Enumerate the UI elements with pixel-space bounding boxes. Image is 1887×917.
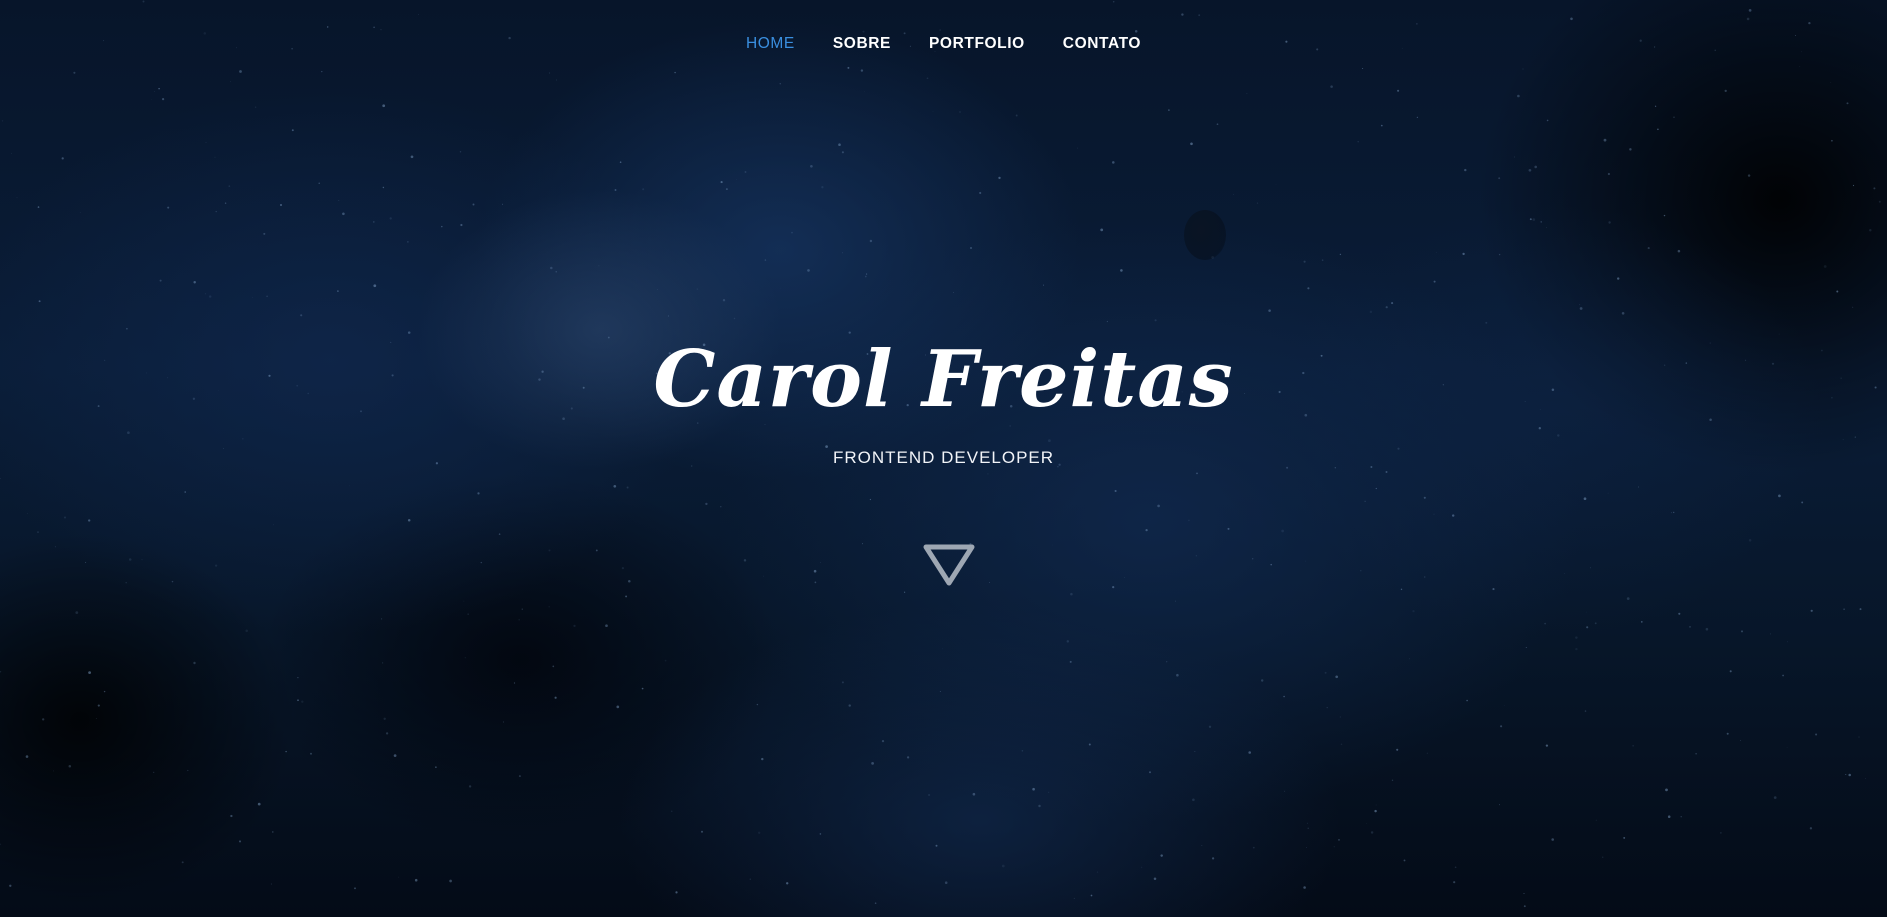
nav-portfolio-link[interactable]: PORTFOLIO xyxy=(910,32,1044,56)
hero-section: HOME SOBRE PORTFOLIO CONTATO Carol Freit… xyxy=(0,0,1887,917)
hero-subtitle: FRONTEND DEVELOPER xyxy=(832,448,1055,467)
hero-title: Carol Freitas xyxy=(653,334,1234,425)
triangle-down-icon[interactable] xyxy=(922,543,976,587)
moon-crater xyxy=(1184,210,1226,260)
main-nav: HOME SOBRE PORTFOLIO CONTATO xyxy=(0,32,1887,56)
nav-contato-link[interactable]: CONTATO xyxy=(1044,32,1160,56)
nav-sobre-link[interactable]: SOBRE xyxy=(814,32,910,56)
nav-home-link[interactable]: HOME xyxy=(727,32,814,56)
